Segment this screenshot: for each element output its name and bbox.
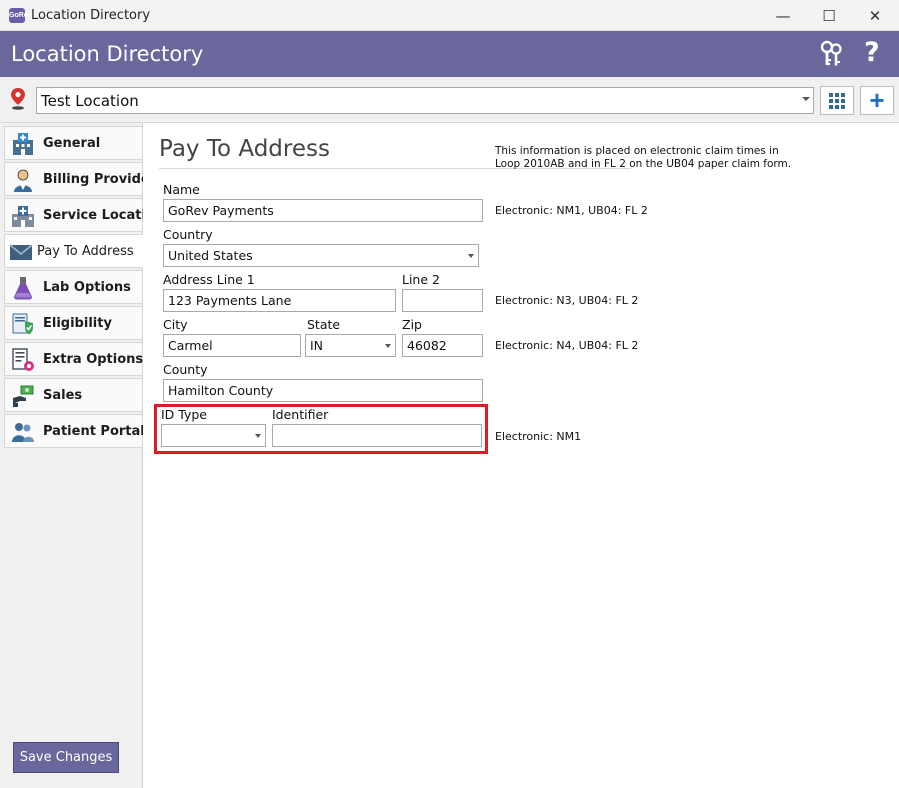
city-electronic-note: Electronic: N4, UB04: FL 2 (495, 339, 639, 352)
name-label: Name (163, 182, 200, 197)
maximize-button[interactable]: ☐ (806, 0, 852, 31)
sidebar-item-label: Extra Options (43, 352, 144, 367)
section-title: Pay To Address (159, 136, 330, 162)
sidebar-item-label: Pay To Address (37, 244, 134, 259)
users-icon (12, 423, 34, 442)
state-dropdown[interactable]: IN (305, 334, 396, 357)
flask-icon (14, 277, 32, 300)
location-dropdown[interactable]: Test Location (36, 87, 814, 114)
chevron-down-icon (468, 254, 474, 258)
save-changes-button[interactable]: Save Changes (13, 742, 119, 773)
zip-value: 46082 (407, 338, 447, 353)
id-electronic-note: Electronic: NM1 (495, 430, 582, 443)
sidebar-item-pay-to-address[interactable]: Pay To Address (4, 234, 143, 268)
money-hand-icon (13, 385, 34, 407)
sidebar-item-eligibility[interactable]: Eligibility (4, 306, 143, 340)
sidebar-item-patient-portal[interactable]: Patient Portal (4, 414, 145, 448)
sidebar-item-label: Lab Options (43, 280, 131, 295)
country-dropdown[interactable]: United States (163, 244, 479, 267)
identifier-label: Identifier (272, 407, 329, 422)
county-value: Hamilton County (168, 383, 274, 398)
identifier-input[interactable] (272, 424, 482, 447)
sidebar-item-extra-options[interactable]: Extra Options (4, 342, 143, 376)
shield-check-icon (12, 313, 33, 335)
county-input[interactable]: Hamilton County (163, 379, 483, 402)
name-electronic-note: Electronic: NM1, UB04: FL 2 (495, 204, 648, 217)
location-dropdown-value: Test Location (41, 92, 139, 110)
sidebar: General Billing Provider Service Locatio… (0, 123, 164, 788)
id-type-label: ID Type (161, 407, 207, 422)
sidebar-item-general[interactable]: General (4, 126, 143, 160)
sidebar-item-service-location[interactable]: Service Location (4, 198, 164, 232)
sidebar-item-label: Billing Provider (43, 172, 157, 187)
minimize-button[interactable]: — (760, 0, 806, 31)
address-line1-label: Address Line 1 (163, 272, 255, 287)
city-value: Carmel (168, 338, 213, 353)
sidebar-item-billing-provider[interactable]: Billing Provider (4, 162, 156, 196)
sidebar-item-lab-options[interactable]: Lab Options (4, 270, 143, 304)
sidebar-item-label: General (43, 136, 101, 151)
sidebar-item-label: Eligibility (43, 316, 112, 331)
location-bar: Test Location + (0, 77, 899, 123)
address-line1-input[interactable]: 123 Payments Lane (163, 289, 396, 312)
state-value: IN (310, 338, 324, 353)
chevron-down-icon (385, 344, 391, 348)
name-input[interactable]: GoRev Payments (163, 199, 483, 222)
page-title: Location Directory (11, 42, 204, 66)
close-button[interactable]: ✕ (852, 0, 898, 31)
grid-view-button[interactable] (820, 86, 854, 115)
envelope-icon (9, 244, 33, 260)
city-label: City (163, 317, 188, 332)
sidebar-item-label: Patient Portal (43, 424, 145, 439)
chevron-down-icon (802, 97, 810, 101)
zip-input[interactable]: 46082 (402, 334, 483, 357)
chevron-down-icon (255, 434, 261, 438)
country-label: Country (163, 227, 213, 242)
county-label: County (163, 362, 208, 377)
plus-icon: + (869, 85, 885, 115)
window-title: Location Directory (31, 8, 151, 23)
address-line2-label: Line 2 (402, 272, 440, 287)
city-input[interactable]: Carmel (163, 334, 301, 357)
id-type-dropdown[interactable] (161, 424, 266, 447)
country-dropdown-value: United States (168, 248, 253, 263)
state-label: State (307, 317, 341, 332)
window-titlebar: GoRev Location Directory — ☐ ✕ (0, 0, 899, 31)
map-pin-icon (11, 88, 25, 110)
address-electronic-note: Electronic: N3, UB04: FL 2 (495, 294, 639, 307)
add-location-button[interactable]: + (860, 86, 894, 115)
address-line2-input[interactable] (402, 289, 483, 312)
sidebar-item-label: Sales (43, 388, 83, 403)
grid-icon (829, 92, 833, 97)
name-input-value: GoRev Payments (168, 203, 274, 218)
app-logo-icon: GoRev (9, 8, 32, 23)
hospital-building-icon (13, 133, 33, 155)
help-icon[interactable]: ? (864, 36, 880, 70)
clinic-icon (12, 206, 34, 227)
pay-to-address-pane: Pay To Address This information is place… (143, 123, 899, 788)
zip-label: Zip (402, 317, 422, 332)
settings-document-icon (12, 348, 34, 371)
doctor-icon (14, 169, 32, 192)
app-header: Location Directory (0, 31, 899, 77)
section-info-text: This information is placed on electronic… (495, 145, 792, 170)
address-line1-value: 123 Payments Lane (168, 293, 292, 308)
sidebar-item-sales[interactable]: Sales (4, 378, 143, 412)
keys-icon[interactable] (817, 40, 845, 68)
